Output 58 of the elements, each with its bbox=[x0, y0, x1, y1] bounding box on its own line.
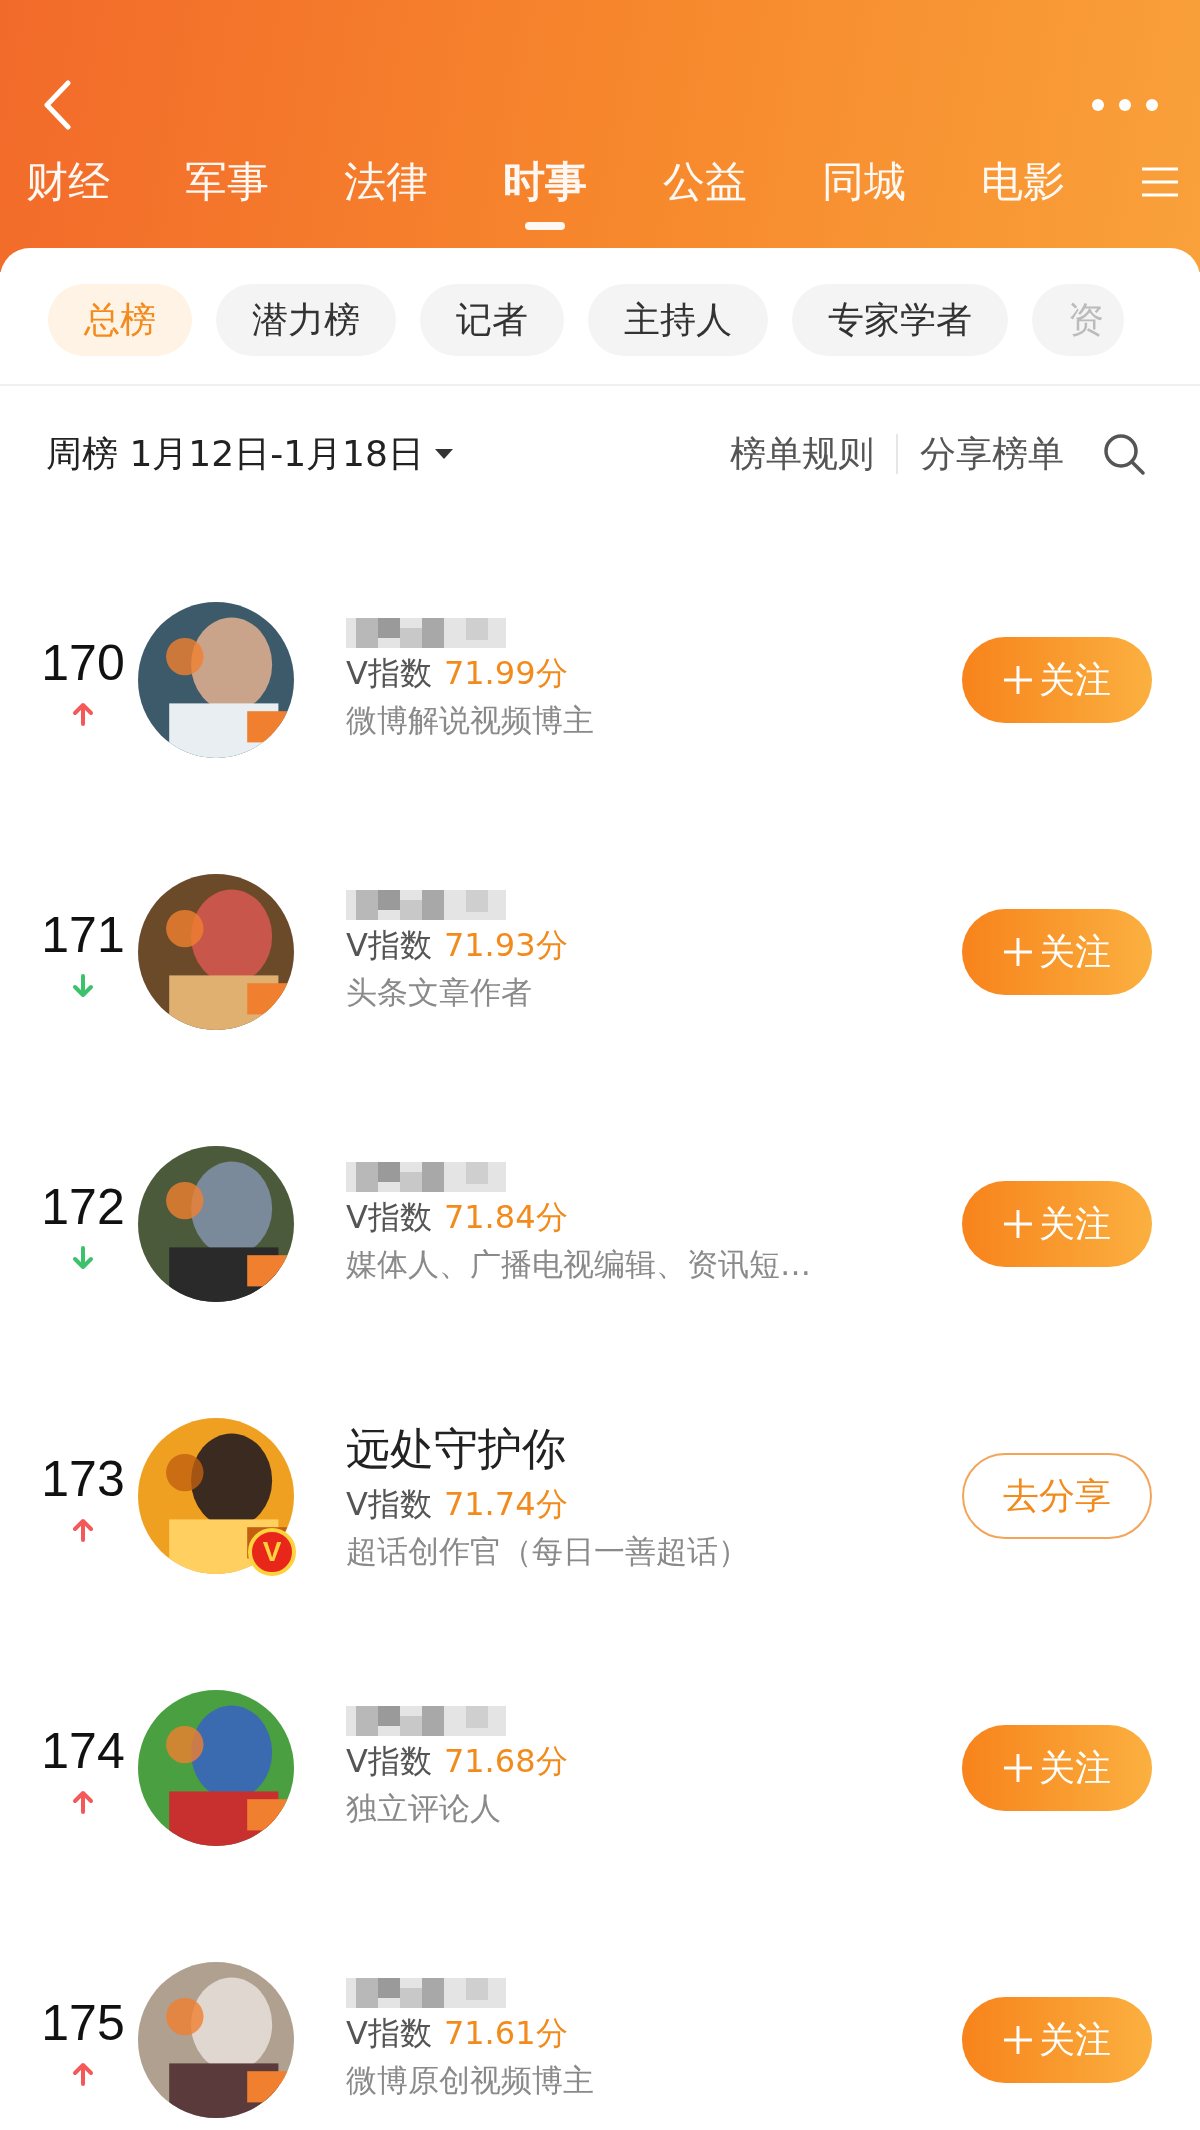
rank-number: 170 bbox=[41, 634, 125, 692]
v-index-label: V指数 bbox=[346, 1197, 432, 1238]
filter-chip[interactable]: 主持人 bbox=[588, 284, 768, 356]
plus-icon bbox=[1003, 2025, 1033, 2055]
rank-number: 172 bbox=[41, 1178, 125, 1236]
v-index-score: 71.74分 bbox=[443, 1483, 568, 1525]
plus-icon bbox=[1003, 937, 1033, 967]
user-description: 微博解说视频博主 bbox=[346, 701, 595, 740]
v-index-score: 71.61分 bbox=[443, 2013, 568, 2054]
share-button[interactable]: 去分享 bbox=[962, 1453, 1152, 1539]
rank-number: 175 bbox=[41, 1994, 125, 2052]
search-icon[interactable] bbox=[1102, 432, 1146, 476]
menu-icon[interactable] bbox=[1140, 166, 1180, 198]
v-index-score: 71.99分 bbox=[443, 653, 568, 694]
user-description: 超话创作官（每日一善超话） bbox=[346, 1531, 750, 1571]
share-link[interactable]: 分享榜单 bbox=[920, 429, 1064, 479]
filter-chip[interactable]: 资 bbox=[1032, 284, 1124, 356]
rules-link[interactable]: 榜单规则 bbox=[730, 429, 874, 479]
v-index-score: 71.68分 bbox=[443, 1741, 568, 1782]
filter-chip[interactable]: 潜力榜 bbox=[216, 284, 396, 356]
user-description: 头条文章作者 bbox=[346, 973, 533, 1012]
category-tab[interactable]: 军事 bbox=[185, 144, 270, 232]
plus-icon bbox=[1003, 1753, 1033, 1783]
category-tab[interactable]: 同城 bbox=[821, 144, 906, 232]
follow-button[interactable]: 关注 bbox=[962, 909, 1152, 995]
category-tab[interactable]: 时事 bbox=[503, 144, 588, 232]
category-tab[interactable]: 电影 bbox=[980, 144, 1065, 232]
user-description: 媒体人、广播电视编辑、资讯短… bbox=[346, 1245, 812, 1284]
follow-button[interactable]: 关注 bbox=[962, 1725, 1152, 1811]
user-description: 独立评论人 bbox=[346, 1789, 502, 1828]
plus-icon bbox=[1003, 665, 1033, 695]
back-icon[interactable] bbox=[42, 80, 72, 130]
v-index-label: V指数 bbox=[346, 653, 432, 694]
category-tab[interactable]: 法律 bbox=[344, 144, 429, 232]
v-index-label: V指数 bbox=[346, 1741, 432, 1782]
category-tab[interactable]: 公益 bbox=[662, 144, 747, 232]
more-icon[interactable] bbox=[1090, 97, 1160, 113]
v-index-label: V指数 bbox=[346, 925, 432, 966]
filter-chip[interactable]: 总榜 bbox=[48, 284, 192, 356]
v-index-score: 71.84分 bbox=[443, 1197, 568, 1238]
period-dropdown[interactable]: 周榜 1月12日-1月18日 bbox=[46, 429, 454, 479]
follow-button[interactable]: 关注 bbox=[962, 1181, 1152, 1267]
rank-number: 171 bbox=[41, 906, 125, 964]
v-index-label: V指数 bbox=[346, 1483, 432, 1525]
filter-chip[interactable]: 专家学者 bbox=[792, 284, 1008, 356]
verified-badge: V bbox=[248, 1528, 296, 1576]
category-tab[interactable]: 财经 bbox=[26, 144, 110, 232]
v-index-label: V指数 bbox=[346, 2013, 432, 2054]
follow-button[interactable]: 关注 bbox=[962, 637, 1152, 723]
user-description: 微博原创视频博主 bbox=[346, 2061, 595, 2100]
follow-button[interactable]: 关注 bbox=[962, 1997, 1152, 2083]
plus-icon bbox=[1003, 1209, 1033, 1239]
rank-number: 173 bbox=[41, 1450, 125, 1508]
caret-icon bbox=[433, 448, 454, 460]
filter-chip[interactable]: 记者 bbox=[420, 284, 564, 356]
user-name[interactable]: 远处守护你 bbox=[346, 1419, 962, 1479]
rank-number: 174 bbox=[41, 1722, 125, 1780]
v-index-score: 71.93分 bbox=[443, 925, 568, 966]
